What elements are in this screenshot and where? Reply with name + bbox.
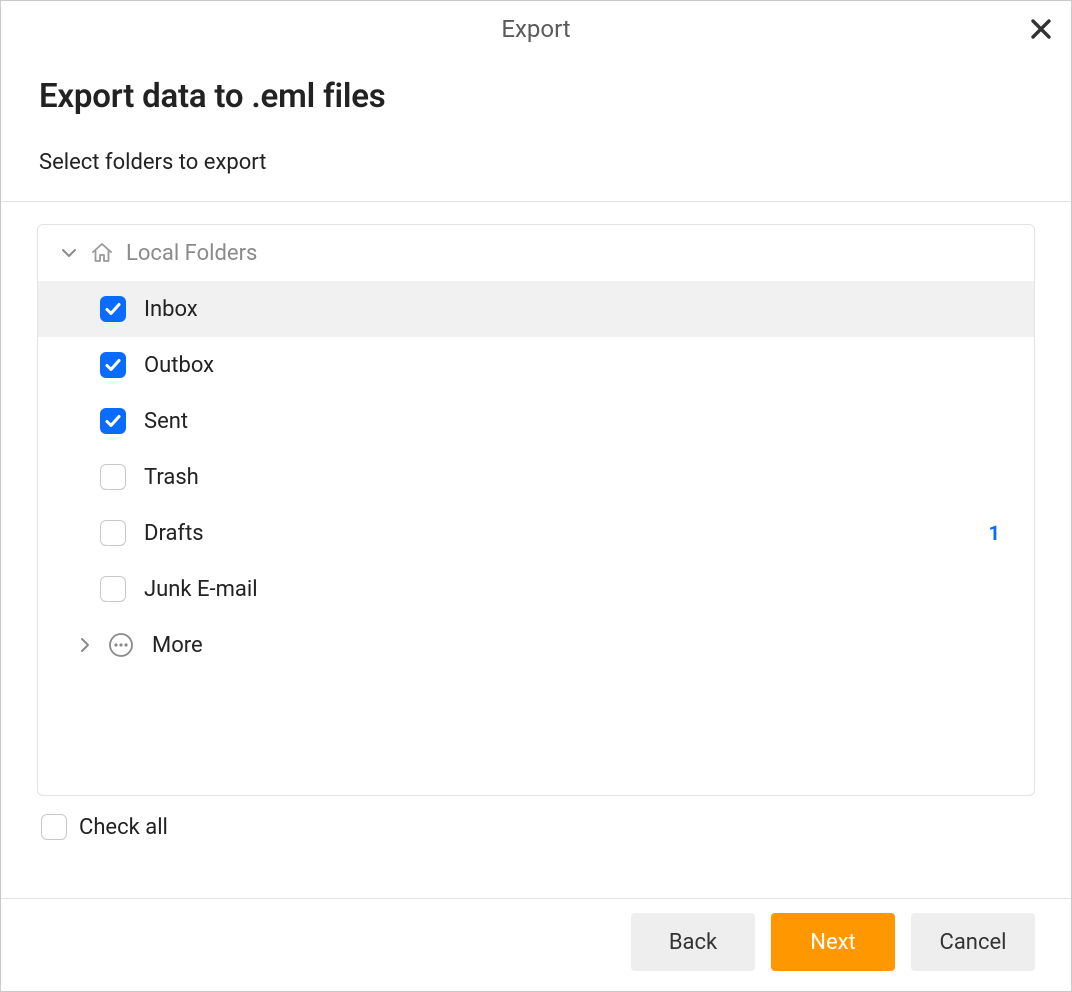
home-icon — [90, 241, 114, 265]
tree-root-label: Local Folders — [126, 241, 257, 266]
folder-row[interactable]: Sent — [38, 393, 1034, 449]
folder-label: Sent — [144, 409, 1010, 434]
folder-label: Outbox — [144, 353, 1010, 378]
check-all-checkbox[interactable] — [41, 814, 67, 840]
back-button[interactable]: Back — [631, 913, 755, 971]
tree-root-local-folders[interactable]: Local Folders — [38, 225, 1034, 281]
folder-checkbox[interactable] — [100, 296, 126, 322]
close-button[interactable] — [1025, 13, 1057, 45]
window-title: Export — [501, 15, 570, 43]
chevron-down-icon — [58, 242, 80, 264]
folder-row[interactable]: Trash — [38, 449, 1034, 505]
folder-label: Trash — [144, 465, 1010, 490]
chevron-right-icon — [74, 634, 96, 656]
folder-row[interactable]: Outbox — [38, 337, 1034, 393]
folder-checkbox[interactable] — [100, 464, 126, 490]
close-icon — [1030, 18, 1052, 40]
folder-row[interactable]: Junk E-mail — [38, 561, 1034, 617]
cancel-button[interactable]: Cancel — [911, 913, 1035, 971]
export-dialog: Export Export data to .eml files Select … — [0, 0, 1072, 992]
titlebar: Export — [1, 1, 1071, 57]
folder-checkbox[interactable] — [100, 408, 126, 434]
next-button[interactable]: Next — [771, 913, 895, 971]
folder-checkbox[interactable] — [100, 520, 126, 546]
check-all-row[interactable]: Check all — [37, 814, 1035, 840]
page-title: Export data to .eml files — [39, 77, 1033, 116]
more-icon — [108, 632, 134, 658]
folder-row[interactable]: Inbox — [38, 281, 1034, 337]
dialog-body: Local Folders Inbox Outbox Sent Trash Drafts… — [1, 202, 1071, 898]
folder-label: Drafts — [144, 521, 971, 546]
folder-label: Junk E-mail — [144, 577, 1010, 602]
tree-item-more[interactable]: More — [38, 617, 1034, 673]
folder-badge: 1 — [989, 521, 1010, 545]
folder-checkbox[interactable] — [100, 576, 126, 602]
page-subtitle: Select folders to export — [39, 150, 1033, 175]
folder-tree-panel: Local Folders Inbox Outbox Sent Trash Drafts… — [37, 224, 1035, 796]
dialog-footer: Back Next Cancel — [1, 898, 1071, 991]
folder-checkbox[interactable] — [100, 352, 126, 378]
tree-item-more-label: More — [152, 633, 203, 658]
folder-row[interactable]: Drafts 1 — [38, 505, 1034, 561]
check-all-label: Check all — [79, 815, 168, 840]
folder-label: Inbox — [144, 297, 1010, 322]
content-header: Export data to .eml files Select folders… — [1, 57, 1071, 201]
